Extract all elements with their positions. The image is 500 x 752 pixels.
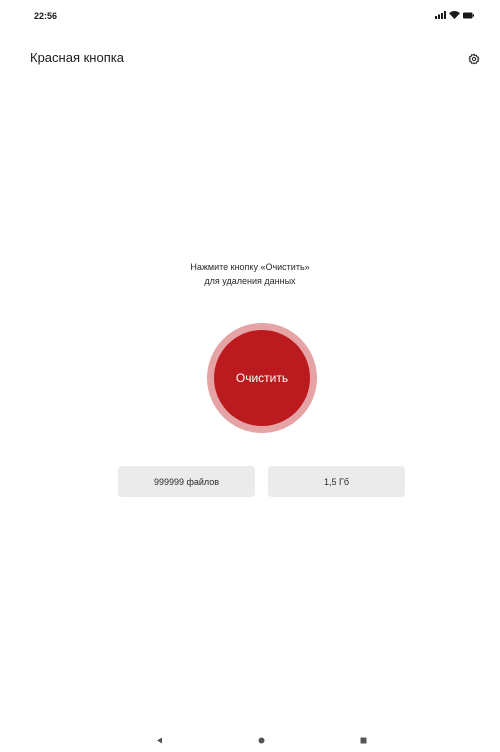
gear-icon <box>468 53 480 65</box>
size-badge: 1,5 Гб <box>268 466 405 497</box>
recents-icon <box>360 737 366 743</box>
app-bar: Красная кнопка <box>0 44 500 74</box>
status-bar: 22:56 <box>0 0 500 30</box>
files-count-badge: 999999 файлов <box>118 466 255 497</box>
recents-button[interactable] <box>357 734 369 746</box>
navigation-bar <box>0 728 500 752</box>
status-time: 22:56 <box>34 11 58 21</box>
signal-icon <box>435 11 446 19</box>
instruction-text: Нажмите кнопку «Очистить» для удаления д… <box>0 260 500 288</box>
wifi-icon <box>449 11 460 19</box>
settings-button[interactable] <box>464 49 484 69</box>
status-icons <box>435 11 474 19</box>
battery-icon <box>463 12 474 18</box>
back-button[interactable] <box>153 734 165 746</box>
back-icon <box>156 737 162 743</box>
home-icon <box>258 737 264 743</box>
home-button[interactable] <box>255 734 267 746</box>
instruction-line-2: для удаления данных <box>204 276 296 286</box>
instruction-line-1: Нажмите кнопку «Очистить» <box>190 262 310 272</box>
clear-button[interactable]: Очистить <box>214 330 310 426</box>
page-title: Красная кнопка <box>30 50 124 65</box>
